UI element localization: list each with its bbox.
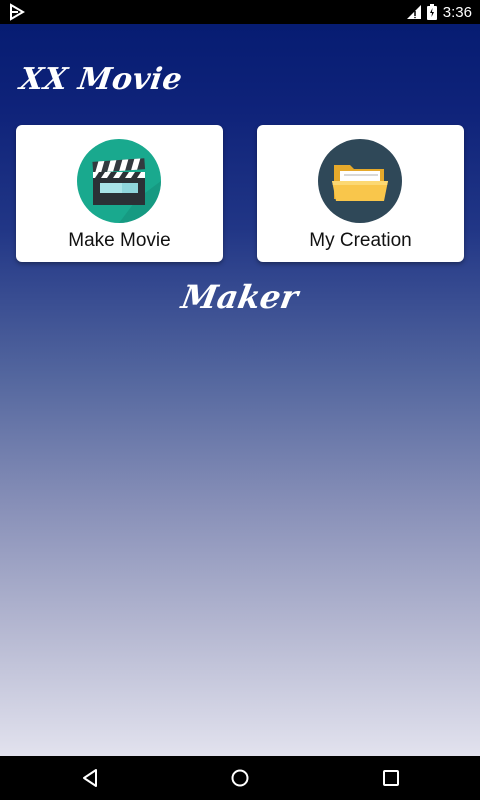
battery-icon (426, 4, 437, 20)
screen: 3:36 XX Movie Make Movie My Creation Mak… (0, 0, 480, 800)
clapperboard-icon (77, 139, 161, 223)
status-bar: 3:36 (0, 0, 480, 24)
home-icon[interactable] (228, 766, 252, 790)
app-title: XX Movie (17, 62, 185, 97)
app-subtitle: Maker (0, 278, 480, 316)
status-right: 3:36 (406, 0, 472, 24)
status-time: 3:36 (442, 3, 472, 21)
my-creation-button[interactable]: My Creation (257, 125, 464, 262)
make-movie-button[interactable]: Make Movie (16, 125, 223, 262)
signal-icon (406, 5, 421, 19)
app-subtitle-text: Maker (178, 278, 302, 316)
my-creation-label: My Creation (309, 230, 412, 251)
back-icon[interactable] (78, 766, 102, 790)
main-content: XX Movie Make Movie My Creation Maker (0, 24, 480, 756)
make-movie-label: Make Movie (68, 230, 171, 251)
recent-apps-icon[interactable] (379, 766, 403, 790)
folder-icon (318, 139, 402, 223)
play-store-notification-icon (10, 3, 25, 21)
nav-bar (0, 756, 480, 800)
